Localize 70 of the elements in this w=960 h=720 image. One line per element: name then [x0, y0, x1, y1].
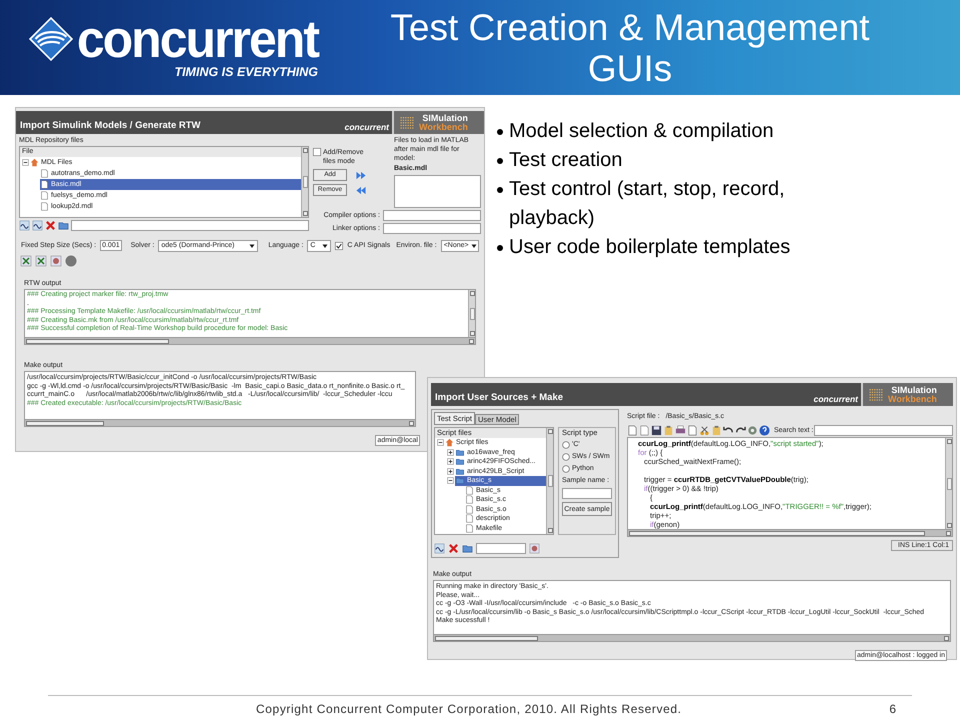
code-editor[interactable]: [627, 437, 953, 537]
logo-tagline: TIMING IS EVERYTHING: [174, 64, 318, 81]
home-icon: [30, 158, 39, 167]
expand-icon[interactable]: [447, 458, 454, 466]
bullet-text: User code boilerplate templates: [509, 235, 790, 260]
product-name: SIMulation: [422, 114, 468, 122]
radio-button[interactable]: [562, 464, 570, 472]
checkbox[interactable]: [313, 148, 321, 156]
horizontal-scrollbar[interactable]: [434, 634, 950, 641]
caret-icon: [249, 242, 256, 248]
help-icon[interactable]: [759, 424, 770, 436]
window-title: Import Simulink Models / Generate RTW: [20, 119, 201, 133]
bullet-icon: [497, 187, 503, 193]
brand-logo: concurrent: [344, 121, 389, 133]
files-list[interactable]: [394, 175, 481, 208]
horizontal-scrollbar[interactable]: [628, 529, 952, 536]
input-field[interactable]: [383, 223, 481, 234]
print-icon[interactable]: [675, 424, 686, 436]
input-field[interactable]: [476, 542, 526, 554]
vertical-scrollbar[interactable]: [546, 428, 553, 534]
horizontal-scrollbar[interactable]: [25, 419, 415, 426]
horizontal-scrollbar[interactable]: [25, 337, 475, 344]
page-number: 6: [889, 702, 896, 716]
window-title: Import User Sources + Make: [435, 391, 564, 405]
double-arrow-left-icon[interactable]: [355, 184, 367, 196]
stop-icon[interactable]: [65, 255, 77, 267]
bullet-icon: [497, 158, 503, 164]
bullet-text: Test creation: [509, 148, 622, 173]
caret-icon: [470, 242, 477, 248]
product-name: Workbench: [419, 122, 468, 132]
checkbox[interactable]: [335, 242, 344, 250]
cut-icon[interactable]: [699, 424, 710, 436]
logo-icon: [28, 16, 73, 61]
logo-text: concurrent: [76, 12, 318, 65]
delete-icon[interactable]: [45, 220, 56, 231]
input-field[interactable]: [383, 210, 481, 221]
wave-icon[interactable]: [32, 220, 43, 231]
redo-icon[interactable]: [735, 424, 746, 436]
expand-icon[interactable]: [447, 468, 454, 475]
clipboard-icon[interactable]: [663, 424, 674, 436]
collapse-icon[interactable]: [22, 159, 29, 166]
input-field[interactable]: [562, 488, 612, 499]
product-name: SIMulation: [891, 386, 937, 394]
save-icon[interactable]: [651, 424, 662, 436]
product-name: Workbench: [888, 394, 937, 404]
bullet-text: Test control (start, stop, record, playback): [509, 177, 786, 231]
slide-title: Test Creation & Management GUIs: [389, 6, 871, 88]
expand-icon[interactable]: [447, 448, 454, 456]
copyright-text: Copyright Concurrent Computer Corporation, 2010. All Rights Reserved.: [256, 702, 682, 716]
bullet-text: Model selection & compilation: [509, 119, 774, 144]
delete-icon[interactable]: [448, 542, 459, 554]
search-field[interactable]: [814, 424, 953, 436]
radio-button[interactable]: [562, 452, 570, 460]
folder-icon[interactable]: [58, 220, 69, 231]
vertical-scrollbar[interactable]: [945, 438, 952, 529]
vertical-scrollbar[interactable]: [301, 147, 308, 217]
vertical-scrollbar[interactable]: [468, 290, 475, 337]
home-icon: [445, 438, 454, 448]
clipboard-icon[interactable]: [711, 424, 722, 436]
bullet-icon: [497, 245, 503, 251]
collapse-icon[interactable]: [437, 439, 444, 446]
brand-logo: concurrent: [814, 393, 858, 405]
caret-icon: [322, 242, 328, 248]
input-field[interactable]: [71, 220, 309, 231]
bullet-icon: [497, 129, 503, 135]
undo-icon[interactable]: [723, 424, 734, 436]
double-arrow-right-icon[interactable]: [355, 170, 367, 180]
radio-button[interactable]: [562, 440, 570, 448]
folder-icon[interactable]: [462, 542, 473, 554]
collapse-icon[interactable]: [447, 477, 454, 484]
